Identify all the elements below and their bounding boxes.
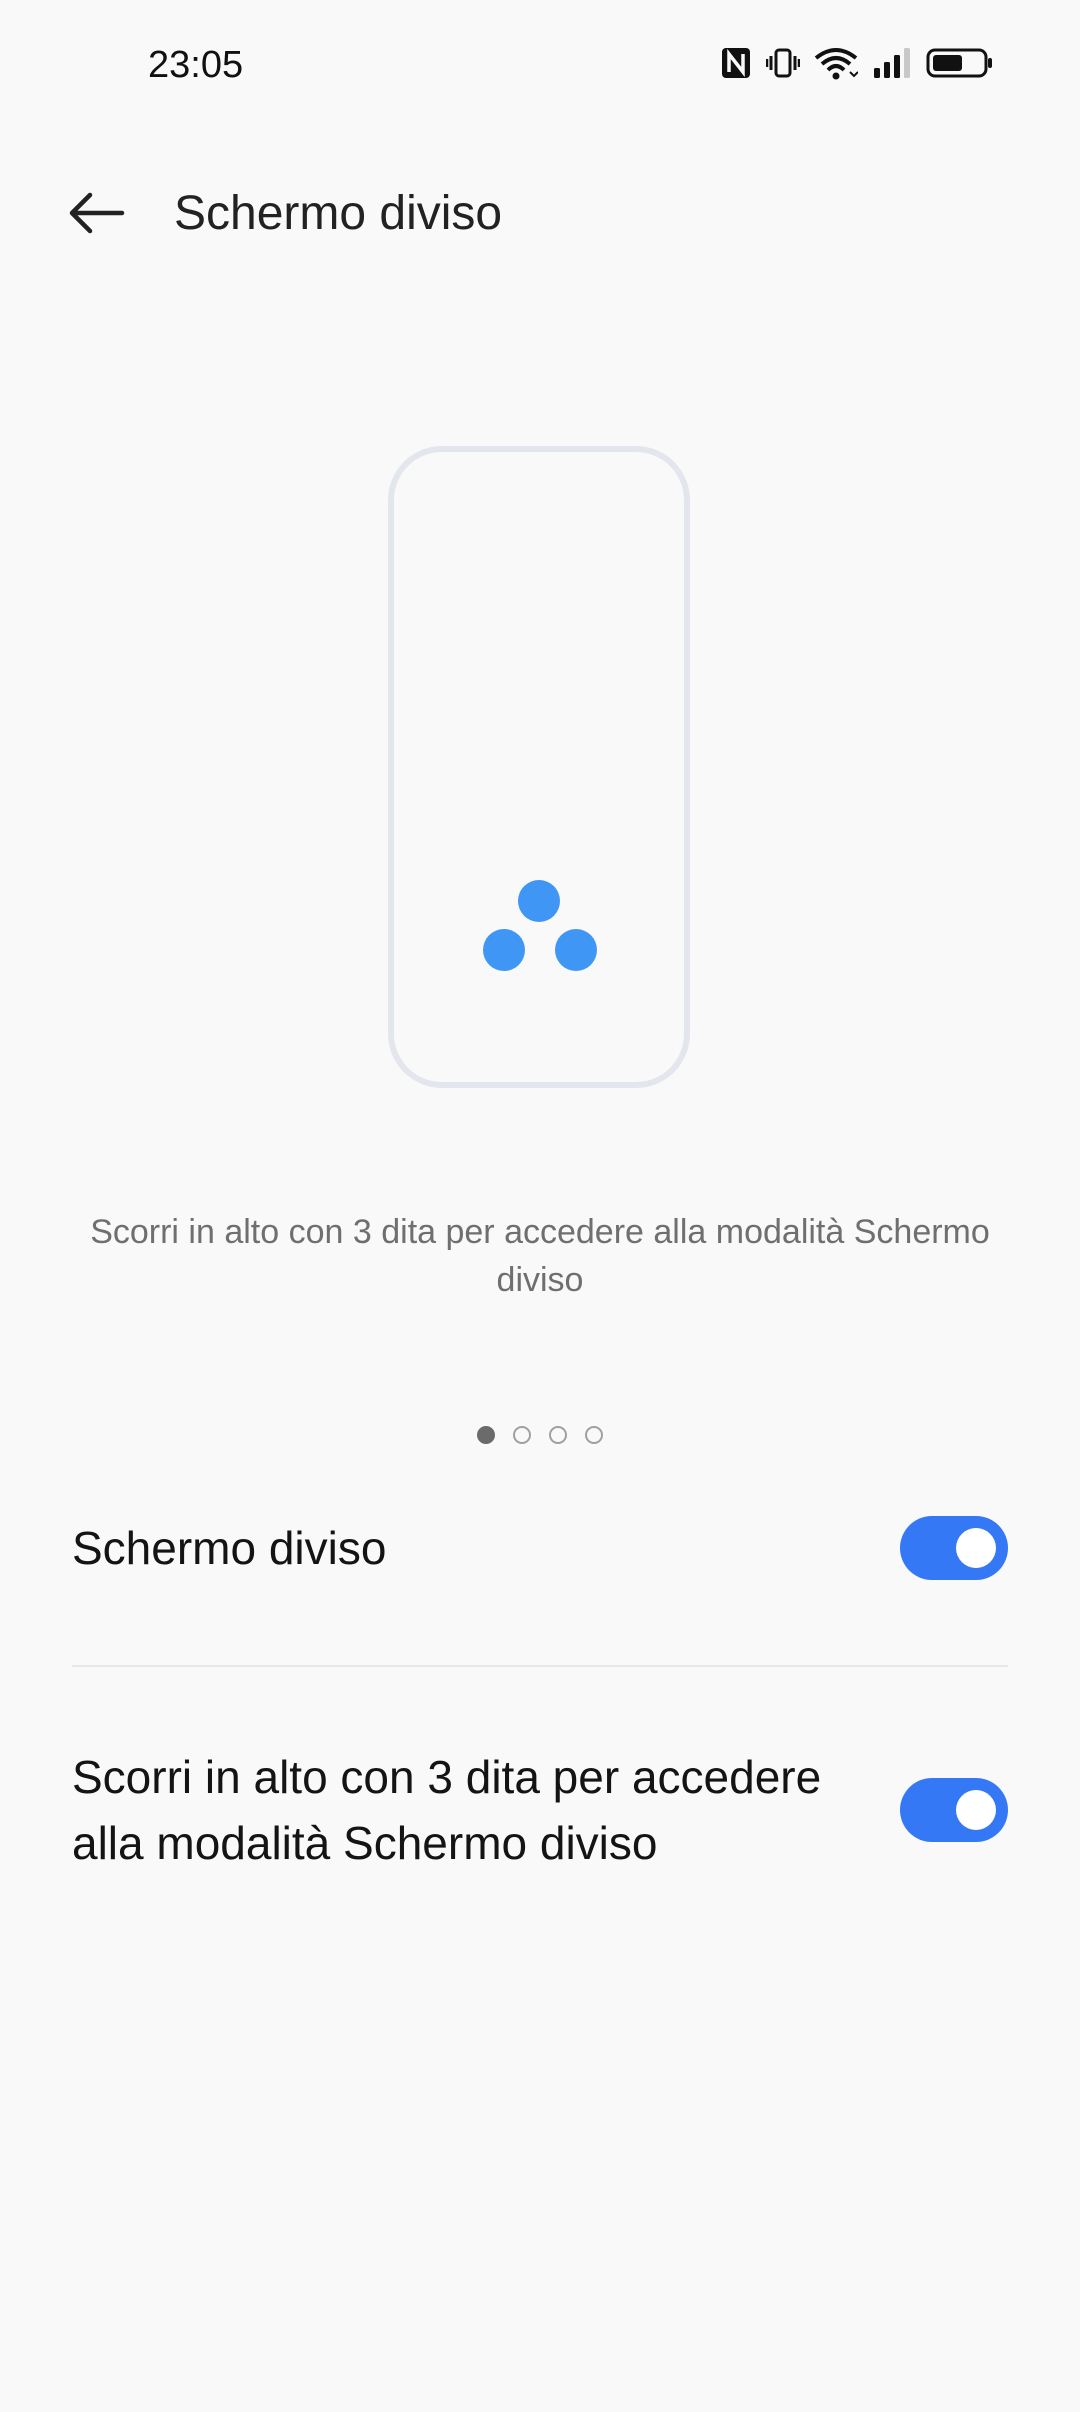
status-icons — [720, 46, 994, 80]
page-dot-3[interactable] — [549, 1426, 567, 1444]
toggle-knob — [956, 1790, 996, 1830]
status-bar: 23:05 — [0, 0, 1080, 140]
three-finger-swipe-toggle[interactable] — [900, 1778, 1008, 1842]
setting-label: Schermo diviso — [72, 1522, 387, 1574]
page-indicator — [0, 1426, 1080, 1444]
signal-icon — [872, 46, 912, 80]
page-title: Schermo diviso — [174, 187, 503, 240]
page-dot-4[interactable] — [585, 1426, 603, 1444]
phone-frame — [388, 446, 690, 1088]
finger-dot-top — [518, 880, 560, 922]
split-screen-toggle[interactable] — [900, 1516, 1008, 1580]
arrow-left-icon — [66, 191, 126, 240]
setting-three-finger-swipe[interactable]: Scorri in alto con 3 dita per accedere a… — [72, 1742, 1008, 1878]
page-dot-2[interactable] — [513, 1426, 531, 1444]
wifi-icon — [814, 46, 858, 80]
gesture-caption: Scorri in alto con 3 dita per accedere a… — [90, 1213, 990, 1299]
finger-dot-left — [483, 929, 525, 971]
divider — [72, 1665, 1008, 1667]
back-button[interactable] — [56, 182, 136, 248]
page-dot-1[interactable] — [477, 1426, 495, 1444]
status-time: 23:05 — [148, 44, 244, 86]
vibrate-icon — [766, 46, 800, 80]
finger-dot-right — [555, 929, 597, 971]
setting-split-screen[interactable]: Schermo diviso — [72, 1508, 1008, 1588]
gesture-illustration — [388, 446, 690, 1088]
toggle-knob — [956, 1528, 996, 1568]
app-bar: Schermo diviso — [0, 160, 1080, 270]
setting-label: Scorri in alto con 3 dita per accedere a… — [72, 1751, 822, 1869]
battery-icon — [926, 46, 994, 80]
nfc-icon — [720, 46, 752, 80]
